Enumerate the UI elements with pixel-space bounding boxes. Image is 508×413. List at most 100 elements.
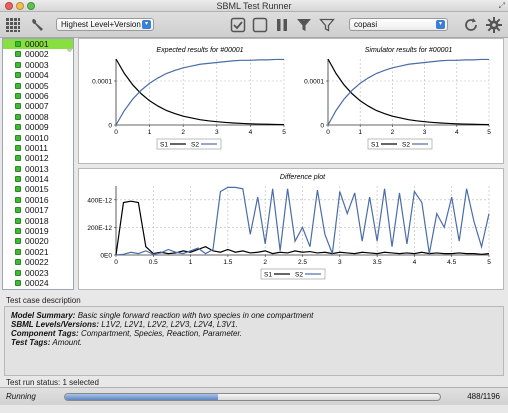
test-case-item[interactable]: 00022 xyxy=(3,257,73,267)
gear-icon[interactable] xyxy=(485,16,503,34)
x-tick-label: 2 xyxy=(181,129,185,136)
test-case-item[interactable]: 00017 xyxy=(3,205,73,215)
legend-label: S1 xyxy=(371,142,379,149)
x-tick-label: 3 xyxy=(423,129,427,136)
test-case-item[interactable]: 00014 xyxy=(3,174,73,184)
status-bar: Running 488/1196 xyxy=(0,387,508,405)
x-tick-label: 5 xyxy=(487,129,491,136)
simulator-results-plot: Simulator results for #00001 0 1 2 3 4 5 0 0.000… xyxy=(304,47,491,150)
x-tick-label: 4 xyxy=(413,259,417,266)
test-case-label: 00006 xyxy=(25,90,49,101)
status-square-icon xyxy=(15,113,21,120)
test-case-item[interactable]: 00024 xyxy=(3,278,73,288)
status-square-icon xyxy=(15,124,21,131)
test-case-item[interactable]: 00008 xyxy=(3,112,73,122)
expected-results-plot: Expected results for #00001 0 1 2 3 4 5 0 0.0001… xyxy=(92,47,286,150)
test-case-item[interactable]: 00004 xyxy=(3,70,73,80)
wrench-icon[interactable] xyxy=(28,16,46,34)
status-square-icon xyxy=(15,51,21,58)
test-case-list[interactable]: 00001 00002 00003 00004 00005 00006 00007 00008… xyxy=(2,38,74,290)
status-square-icon xyxy=(15,186,21,193)
status-square-icon xyxy=(15,165,21,172)
level-version-select[interactable]: Highest Level+Version ▾ xyxy=(56,18,154,31)
description-box: Model Summary: Basic single forward reac… xyxy=(4,306,504,376)
y-tick-label: 400E-12 xyxy=(87,197,112,204)
test-case-item[interactable]: 00002 xyxy=(3,49,73,59)
test-tags-line: Test Tags: Amount. xyxy=(11,338,83,347)
x-tick-label: 3 xyxy=(338,259,342,266)
test-case-item[interactable]: 00023 xyxy=(3,268,73,278)
simulator-value: copasi xyxy=(354,20,378,29)
test-case-item[interactable]: 00006 xyxy=(3,91,73,101)
test-case-item[interactable]: 00005 xyxy=(3,81,73,91)
plot-title: Difference plot xyxy=(280,174,326,181)
status-square-icon xyxy=(15,238,21,245)
legend-label: S1 xyxy=(264,272,272,279)
test-case-item[interactable]: 00015 xyxy=(3,184,73,194)
x-tick-label: 4 xyxy=(455,129,459,136)
y-tick-label: 0.0001 xyxy=(304,79,324,86)
x-tick-label: 1 xyxy=(189,259,193,266)
test-case-item[interactable]: 00013 xyxy=(3,164,73,174)
test-case-label: 00013 xyxy=(25,163,49,174)
checkbox-icon[interactable] xyxy=(229,16,247,34)
y-tick-label: 0E0 xyxy=(100,253,112,260)
test-case-label: 00022 xyxy=(25,257,49,268)
status-square-icon xyxy=(15,72,21,79)
test-case-item[interactable]: 00011 xyxy=(3,143,73,153)
difference-plot-panel: Difference plot 0 0.5 1 1.5 2 2.5 3 3.5 4 4.5 5 0E0 2… xyxy=(78,168,504,290)
status-square-icon xyxy=(15,92,21,99)
plot-title: Expected results for #00001 xyxy=(156,47,243,54)
x-tick-label: 5 xyxy=(487,259,491,266)
y-tick-label: 0 xyxy=(108,123,112,130)
x-tick-label: 0 xyxy=(114,129,118,136)
test-case-label: 00012 xyxy=(25,153,49,164)
series-line-s2 xyxy=(327,58,489,126)
status-square-icon xyxy=(15,248,21,255)
series-line-s2 xyxy=(115,58,284,126)
run-state-label: Running xyxy=(6,392,36,401)
results-plots-panel: Expected results for #00001 0 1 2 3 4 5 0 0.0001… xyxy=(78,38,504,164)
test-case-label: 00024 xyxy=(25,277,49,288)
grid-view-icon[interactable] xyxy=(4,16,22,34)
test-case-label: 00017 xyxy=(25,205,49,216)
stop-icon[interactable] xyxy=(251,16,269,34)
test-case-item[interactable]: 00018 xyxy=(3,216,73,226)
x-tick-label: 0.5 xyxy=(149,259,158,266)
test-case-item[interactable]: 00007 xyxy=(3,101,73,111)
x-tick-label: 1.5 xyxy=(223,259,232,266)
test-case-label: 00021 xyxy=(25,246,49,257)
x-tick-label: 4 xyxy=(249,129,253,136)
filter-outline-icon[interactable] xyxy=(318,16,336,34)
test-case-item[interactable]: 00010 xyxy=(3,133,73,143)
test-case-item[interactable]: 00012 xyxy=(3,153,73,163)
fullscreen-icon[interactable]: ⤢ xyxy=(499,1,505,11)
test-case-item[interactable]: 00003 xyxy=(3,60,73,70)
test-case-item[interactable]: 00019 xyxy=(3,226,73,236)
refresh-icon[interactable] xyxy=(462,16,480,34)
test-case-item[interactable]: 00009 xyxy=(3,122,73,132)
x-tick-label: 2 xyxy=(391,129,395,136)
test-case-item[interactable]: 00016 xyxy=(3,195,73,205)
test-case-item[interactable]: 00021 xyxy=(3,247,73,257)
x-tick-label: 3 xyxy=(215,129,219,136)
legend-label: S2 xyxy=(402,142,410,149)
pause-icon[interactable] xyxy=(273,16,291,34)
toolbar: Highest Level+Version ▾ copasi ▾ xyxy=(0,12,508,38)
chevron-down-icon: ▾ xyxy=(142,20,151,29)
component-tags-line: Component Tags: Compartment, Species, Re… xyxy=(11,329,243,338)
status-square-icon xyxy=(15,134,21,141)
x-tick-label: 0 xyxy=(114,259,118,266)
legend-label: S1 xyxy=(160,142,168,149)
status-square-icon xyxy=(15,279,21,286)
filter-icon[interactable] xyxy=(295,16,313,34)
progress-count: 488/1196 xyxy=(467,392,500,401)
status-square-icon xyxy=(15,144,21,151)
test-case-item[interactable]: 00001 xyxy=(3,39,73,50)
test-case-item[interactable]: 00020 xyxy=(3,236,73,246)
test-case-label: 00019 xyxy=(25,226,49,237)
test-case-label: 00010 xyxy=(25,132,49,143)
legend-label: S2 xyxy=(191,142,199,149)
simulator-select[interactable]: copasi ▾ xyxy=(349,18,448,31)
test-case-label: 00003 xyxy=(25,59,49,70)
